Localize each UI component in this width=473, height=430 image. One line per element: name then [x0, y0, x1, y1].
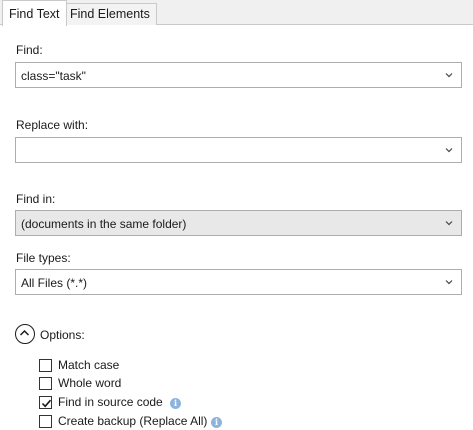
checkmark-icon — [41, 399, 52, 408]
chevron-down-icon[interactable] — [444, 145, 454, 155]
find-in-value: (documents in the same folder) — [21, 217, 187, 231]
whole-word-label[interactable]: Whole word — [58, 376, 121, 390]
find-label: Find: — [16, 43, 43, 57]
create-backup-checkbox[interactable] — [39, 415, 52, 428]
info-icon[interactable]: i — [170, 398, 181, 409]
match-case-label[interactable]: Match case — [58, 358, 119, 372]
find-in-select[interactable]: (documents in the same folder) — [15, 210, 462, 236]
create-backup-label[interactable]: Create backup (Replace All) — [58, 414, 207, 428]
tab-find-text[interactable]: Find Text — [2, 0, 67, 26]
file-types-combobox[interactable]: All Files (*.*) — [15, 269, 462, 295]
tab-strip: Find Text Find Elements — [0, 0, 473, 26]
replace-combobox[interactable] — [15, 137, 462, 163]
match-case-checkbox[interactable] — [39, 359, 52, 372]
chevron-down-icon[interactable] — [444, 70, 454, 80]
find-in-label: Find in: — [16, 192, 56, 206]
find-in-source-code-checkbox[interactable] — [39, 396, 52, 409]
file-types-input[interactable]: All Files (*.*) — [21, 276, 87, 290]
info-icon[interactable]: i — [211, 417, 222, 428]
find-input[interactable]: class="task" — [21, 69, 86, 83]
chevron-up-circle-icon[interactable] — [15, 324, 35, 344]
find-in-source-code-label[interactable]: Find in source code — [58, 395, 163, 409]
chevron-down-icon[interactable] — [444, 218, 454, 228]
find-combobox[interactable]: class="task" — [15, 62, 462, 88]
replace-label: Replace with: — [16, 118, 89, 132]
whole-word-checkbox[interactable] — [39, 377, 52, 390]
file-types-label: File types: — [16, 251, 71, 265]
chevron-down-icon[interactable] — [444, 277, 454, 287]
options-label[interactable]: Options: — [40, 328, 85, 342]
tab-find-elements[interactable]: Find Elements — [63, 3, 157, 25]
